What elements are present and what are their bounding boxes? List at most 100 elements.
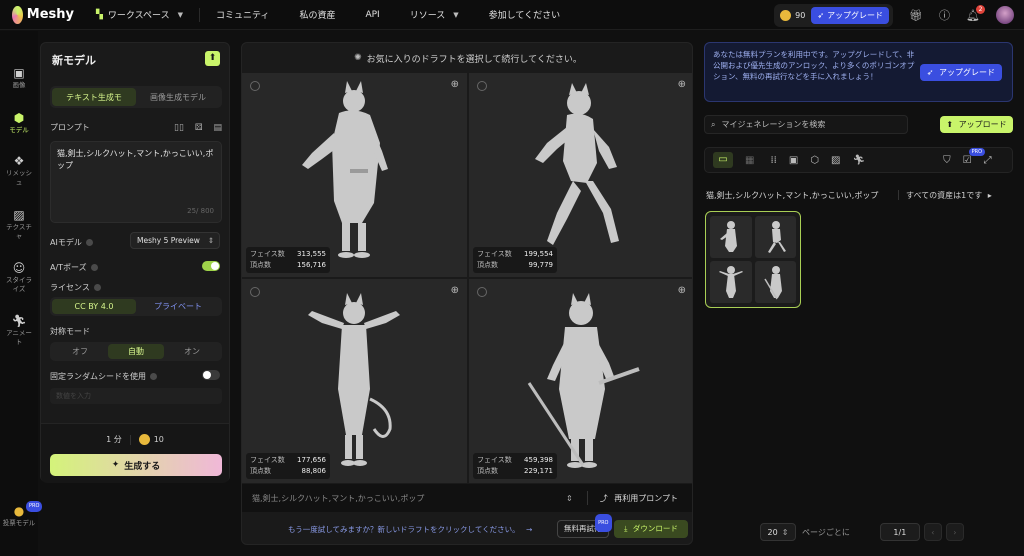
brand-logo[interactable]: Meshy [12, 5, 74, 24]
rocket-icon: ➶ [926, 68, 934, 77]
license-cc-by[interactable]: CC BY 4.0 [52, 299, 136, 314]
asset-toolbar: ▭ ▦ ⁞⁞ ▣ ⬡ ▨ 🏃︎ ⛉ ☑ PRO ⤢ [704, 147, 1013, 173]
texture-icon[interactable]: ▨ [831, 155, 840, 166]
rail-item-texture[interactable]: ▨ テクスチャ [0, 208, 38, 241]
reuse-icon: ⤴ [599, 493, 608, 503]
nav-join[interactable]: 参加してください [489, 8, 560, 21]
template-icon[interactable]: ▤ [213, 123, 222, 133]
face-count: 177,656 [297, 456, 326, 464]
vertex-label: 頂点数 [477, 261, 498, 269]
info-icon[interactable] [150, 373, 157, 380]
upload-button[interactable]: ⬆ アップロード [940, 116, 1013, 133]
prompt-bar: 猫,剣士,シルクハット,マント,かっこいい,ポップ ⇕ ⤴ 再利用プロンプト [242, 484, 692, 512]
prompt-bar-divider [586, 491, 588, 505]
retry-hint[interactable]: もう一度試してみますか？新しいドラフトをクリックしてください。 → [288, 524, 532, 535]
atpose-toggle[interactable] [202, 261, 220, 271]
seed-toggle[interactable] [202, 370, 220, 380]
draft-select-radio[interactable] [477, 287, 487, 297]
upgrade-button[interactable]: ➶ アップグレード [811, 6, 890, 24]
face-count: 199,554 [524, 250, 553, 258]
nav-community[interactable]: コミュニティ [216, 8, 269, 21]
rail-item-remesh[interactable]: ❖ リメッシュ [0, 155, 38, 187]
chevron-updown-icon[interactable]: ⇕ [566, 494, 573, 503]
panel-title: 新モデル [52, 54, 96, 67]
mesh-stats: フェイス数 177,656 頂点数 88,806 [246, 453, 330, 479]
all-assets-link[interactable]: すべての資産は1です ▸ [906, 190, 992, 201]
avatar[interactable] [996, 6, 1014, 24]
folder-icon[interactable]: ▭ [713, 152, 733, 168]
asset-thumbnail-card[interactable] [705, 211, 801, 308]
filter-icon[interactable]: ⛉ [943, 155, 951, 166]
symmetry-label: 対称モード [50, 327, 90, 336]
prompt-input[interactable]: 猫,剣士,シルクハット,マント,かっこいい,ポップ 25/ 800 [50, 141, 222, 223]
help-icon[interactable]: ⓘ [939, 7, 950, 23]
zoom-in-icon[interactable]: ⊕ [678, 79, 686, 90]
bell-icon[interactable]: 🔔︎ 2 [966, 4, 985, 22]
draft-select-radio[interactable] [250, 81, 260, 91]
draft-card[interactable]: ⊕ フェイス数 177,656 頂点数 88,806 [242, 279, 467, 483]
generation-search-input[interactable]: ⌕ マイジェネレーションを検索 [704, 115, 908, 134]
draft-card[interactable]: ⊕ フェイス数 459,398 頂点数 229,171 [469, 279, 692, 483]
seed-input[interactable]: 数値を入力 [50, 388, 222, 404]
draft-select-radio[interactable] [477, 81, 487, 91]
ai-model-select[interactable]: Meshy 5 Preview ⇕ [130, 232, 220, 249]
dots-grid-icon[interactable]: ⁞⁞ [770, 155, 776, 166]
draft-card[interactable]: ⊕ フェイス数 313,555 頂点数 156,716 [242, 73, 467, 277]
nav-workspace[interactable]: ▚ ワークスペース ▼ [96, 8, 183, 22]
symmetry-row: 対称モード [50, 326, 222, 337]
expand-icon[interactable]: ⤢ [984, 155, 992, 166]
reuse-prompt-button[interactable]: ⤴ 再利用プロンプト [600, 493, 678, 504]
nav-workspace-label: ワークスペース [107, 11, 170, 21]
nav-my-assets[interactable]: 私の資産 [299, 8, 335, 21]
zoom-in-icon[interactable]: ⊕ [451, 79, 459, 90]
info-icon[interactable] [85, 239, 93, 246]
generate-button[interactable]: ✦ 生成する [50, 454, 222, 476]
info-icon[interactable] [90, 264, 98, 271]
info-icon[interactable] [93, 284, 101, 291]
symmetry-off[interactable]: オフ [52, 344, 108, 359]
tab-image-to-model[interactable]: 画像生成モデル [136, 88, 220, 106]
rail-item-vote[interactable]: ● PRO 投票モデル [0, 501, 43, 528]
upload-icon[interactable]: ⬆ [205, 51, 220, 66]
grid-icon: ▚ [96, 9, 103, 20]
sparkle-icon: ✦ [111, 460, 120, 470]
rail-item-model[interactable]: ⬢ モデル [0, 112, 38, 135]
rail-item-stylize[interactable]: ☺ スタイライズ [0, 262, 38, 294]
dice-icon[interactable]: ⚄ [195, 123, 203, 133]
checkbox-icon[interactable]: ☑ PRO [963, 147, 986, 166]
notice-upgrade-button[interactable]: ➶ アップグレード [919, 64, 1002, 81]
credit-balance[interactable]: 90 ➶ アップグレード [774, 3, 894, 27]
tab-text-to-model[interactable]: テキスト生成モ [52, 88, 136, 106]
grid-view-icon[interactable]: ▦ [745, 155, 754, 166]
image-icon[interactable]: ▣ [789, 155, 798, 166]
symmetry-on[interactable]: オン [164, 344, 220, 359]
page-size-select[interactable]: 20 ⇕ [760, 523, 796, 541]
animate-icon: 🏃︎ [11, 314, 27, 328]
notice-text: あなたは無料プランを利用中です。アップグレードして、非公開および優先生成のアンロ… [713, 50, 915, 81]
rail-item-animate[interactable]: 🏃︎ アニメート [0, 314, 38, 347]
free-retry-button[interactable]: 無料再試行 PRO [557, 514, 612, 538]
page-indicator[interactable]: 1/1 [879, 523, 920, 541]
next-page-button[interactable]: › [945, 523, 964, 541]
nav-resources-label: リソース [409, 11, 446, 21]
symmetry-auto[interactable]: 自動 [108, 344, 164, 359]
texture-icon: ▨ [13, 208, 25, 222]
book-icon[interactable]: ▯▯ [174, 123, 184, 133]
cube-icon[interactable]: ⬡ [810, 155, 819, 166]
draft-select-radio[interactable] [250, 287, 260, 297]
rail-item-image[interactable]: ▣ 画像 [0, 67, 38, 90]
zoom-in-icon[interactable]: ⊕ [451, 285, 459, 296]
nav-api[interactable]: API [365, 10, 379, 20]
draft-grid: ⊕ フェイス数 313,555 頂点数 156,716 ⊕ フェイス数 199,… [242, 73, 692, 483]
draft-card[interactable]: ⊕ フェイス数 199,554 頂点数 99,779 [469, 73, 692, 277]
download-button[interactable]: ⤓ ダウンロード [614, 520, 688, 538]
zoom-in-icon[interactable]: ⊕ [678, 285, 686, 296]
gift-icon[interactable]: 🎁︎ [909, 9, 923, 22]
license-private[interactable]: プライベート [136, 299, 220, 314]
animate-icon[interactable]: 🏃︎ [852, 155, 865, 166]
prev-page-button[interactable]: ‹ [923, 523, 942, 541]
vertex-label: 頂点数 [477, 467, 498, 475]
face-count: 459,398 [524, 456, 553, 464]
nav-resources[interactable]: リソース ▼ [409, 8, 459, 22]
upgrade-label: アップグレード [827, 10, 884, 20]
